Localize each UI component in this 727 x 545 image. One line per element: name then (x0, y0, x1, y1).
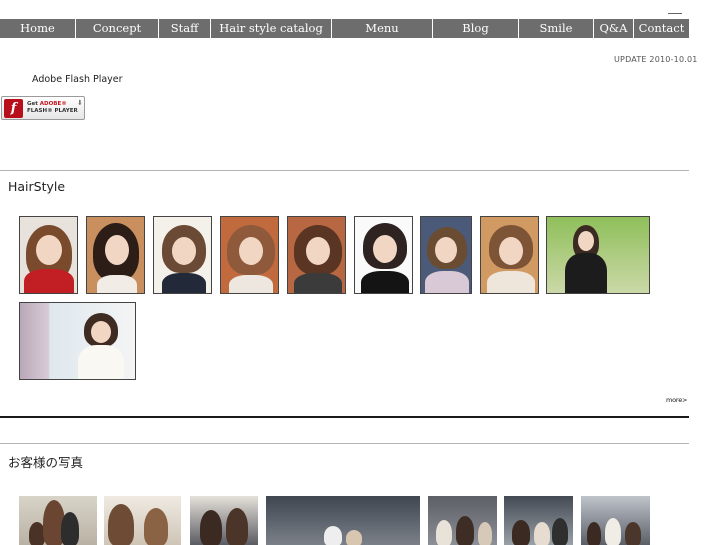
hairstyle-title: HairStyle (8, 179, 66, 194)
customer-photo[interactable] (428, 496, 497, 545)
nav-concept[interactable]: Concept (76, 19, 159, 38)
customer-photo[interactable] (104, 496, 181, 545)
nav-contact[interactable]: Contact (634, 19, 689, 38)
hairstyle-photo[interactable] (480, 216, 539, 294)
nav-blog[interactable]: Blog (433, 19, 519, 38)
more-link[interactable]: more> (666, 396, 687, 404)
hairstyle-photo[interactable] (19, 216, 78, 294)
hairstyle-photo[interactable] (153, 216, 212, 294)
customer-photo[interactable] (19, 496, 97, 545)
download-arrow-icon: ⬇ (77, 99, 83, 107)
hairstyle-photo[interactable] (220, 216, 279, 294)
nav-smile[interactable]: Smile (519, 19, 594, 38)
nav-staff[interactable]: Staff (159, 19, 211, 38)
hairstyle-photo[interactable] (86, 216, 145, 294)
main-nav: Home Concept Staff Hair style catalog Me… (0, 19, 689, 38)
flash-logo-icon: f (4, 99, 23, 118)
hairstyle-photo[interactable] (546, 216, 650, 294)
divider (0, 170, 689, 171)
flash-badge-text: Get ADOBE® FLASH® PLAYER (27, 101, 78, 114)
customer-photo[interactable] (266, 496, 420, 545)
update-date: UPDATE 2010-10.01 (614, 55, 698, 64)
top-divider (668, 13, 682, 14)
customer-photos-title: お客様の写真 (8, 455, 84, 470)
nav-home[interactable]: Home (0, 19, 76, 38)
hairstyle-photo[interactable] (19, 302, 136, 380)
nav-hair-style-catalog[interactable]: Hair style catalog (211, 19, 332, 38)
customer-photo[interactable] (581, 496, 650, 545)
hairstyle-photo[interactable] (354, 216, 413, 294)
nav-menu[interactable]: Menu (332, 19, 433, 38)
customer-photo[interactable] (190, 496, 258, 545)
get-flash-player-button[interactable]: f Get ADOBE® FLASH® PLAYER ⬇ (1, 96, 85, 120)
hairstyle-photo[interactable] (287, 216, 346, 294)
nav-qa[interactable]: Q&A (594, 19, 634, 38)
flash-player-label: Adobe Flash Player (32, 74, 123, 85)
hairstyle-photo[interactable] (420, 216, 472, 294)
customer-photo[interactable] (504, 496, 573, 545)
divider (0, 443, 689, 444)
section-divider (0, 416, 689, 418)
